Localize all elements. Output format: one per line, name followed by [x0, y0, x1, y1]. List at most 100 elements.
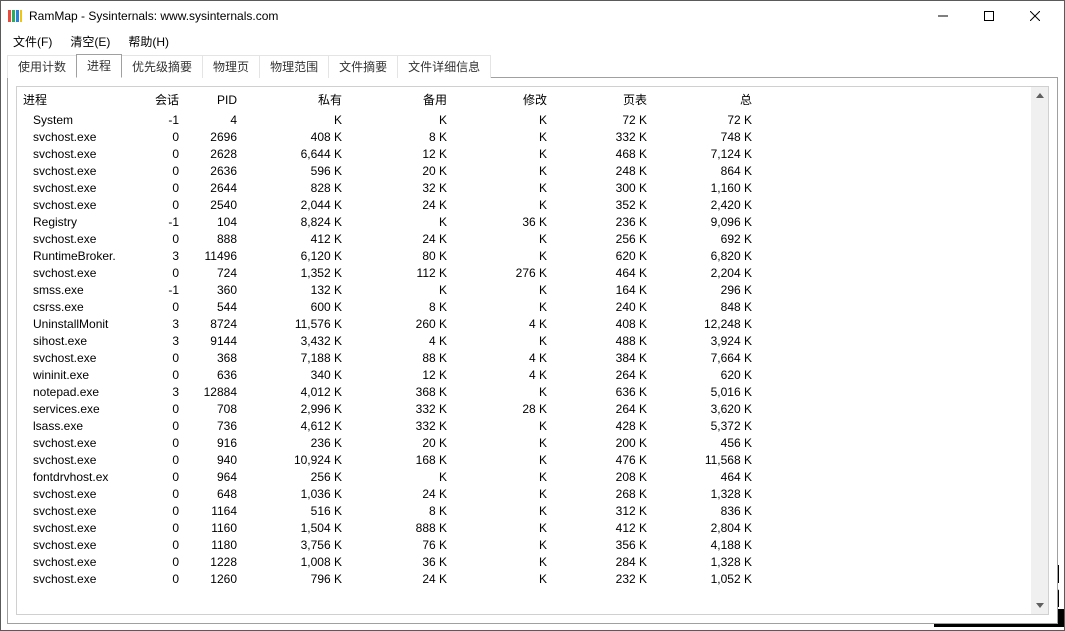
table-row[interactable]: notepad.exe3128844,012 K368 KK636 K5,016…: [17, 384, 1031, 401]
cell-stdby: 36 K: [350, 554, 455, 571]
cell-stdby: 8 K: [350, 503, 455, 520]
cell-proc: svchost.exe: [17, 265, 137, 282]
menu-empty[interactable]: 清空(E): [62, 31, 118, 52]
table-row[interactable]: UninstallMonit3872411,576 K260 K4 K408 K…: [17, 316, 1031, 333]
table-row[interactable]: Registry-11048,824 KK36 K236 K9,096 K: [17, 214, 1031, 231]
table-row[interactable]: svchost.exe02636596 K20 KK248 K864 K: [17, 163, 1031, 180]
table-row[interactable]: svchost.exe012281,008 K36 KK284 K1,328 K: [17, 554, 1031, 571]
table-row[interactable]: smss.exe-1360132 KKK164 K296 K: [17, 282, 1031, 299]
table-row[interactable]: svchost.exe0916236 K20 KK200 K456 K: [17, 435, 1031, 452]
cell-priv: 7,188 K: [245, 350, 350, 367]
vertical-scrollbar[interactable]: [1031, 87, 1048, 614]
cell-proc: svchost.exe: [17, 129, 137, 146]
cell-pid: 964: [187, 469, 245, 486]
table-row[interactable]: lsass.exe07364,612 K332 KK428 K5,372 K: [17, 418, 1031, 435]
scroll-up-button[interactable]: [1031, 87, 1048, 104]
table-row[interactable]: svchost.exe03687,188 K88 K4 K384 K7,664 …: [17, 350, 1031, 367]
cell-mod: K: [455, 503, 555, 520]
table-row[interactable]: svchost.exe06481,036 K24 KK268 K1,328 K: [17, 486, 1031, 503]
table-row[interactable]: svchost.exe01164516 K8 KK312 K836 K: [17, 503, 1031, 520]
cell-tot: 12,248 K: [655, 316, 760, 333]
col-process[interactable]: 进程: [17, 87, 137, 112]
cell-tot: 864 K: [655, 163, 760, 180]
table-row[interactable]: svchost.exe011601,504 K888 KK412 K2,804 …: [17, 520, 1031, 537]
cell-tot: 1,052 K: [655, 571, 760, 588]
cell-tot: 464 K: [655, 469, 760, 486]
cell-stdby: 24 K: [350, 571, 455, 588]
cell-priv: 1,036 K: [245, 486, 350, 503]
tab-file-summary[interactable]: 文件摘要: [328, 55, 398, 78]
cell-pid: 940: [187, 452, 245, 469]
col-standby[interactable]: 备用: [350, 87, 455, 112]
table-row[interactable]: wininit.exe0636340 K12 K4 K264 K620 K: [17, 367, 1031, 384]
cell-priv: 412 K: [245, 231, 350, 248]
cell-pid: 544: [187, 299, 245, 316]
col-pagetable[interactable]: 页表: [555, 87, 655, 112]
cell-proc: svchost.exe: [17, 486, 137, 503]
table-row[interactable]: System-14KKK72 K72 K: [17, 112, 1031, 129]
cell-pid: 12884: [187, 384, 245, 401]
table-row[interactable]: svchost.exe02644828 K32 KK300 K1,160 K: [17, 180, 1031, 197]
minimize-button[interactable]: [920, 1, 966, 31]
cell-stdby: 24 K: [350, 486, 455, 503]
table-row[interactable]: fontdrvhost.ex0964256 KKK208 K464 K: [17, 469, 1031, 486]
table-row[interactable]: services.exe07082,996 K332 K28 K264 K3,6…: [17, 401, 1031, 418]
cell-mod: 4 K: [455, 350, 555, 367]
table-row[interactable]: svchost.exe011803,756 K76 KK356 K4,188 K: [17, 537, 1031, 554]
cell-proc: sihost.exe: [17, 333, 137, 350]
menu-file[interactable]: 文件(F): [5, 31, 60, 52]
tab-physical-ranges[interactable]: 物理范围: [259, 55, 329, 78]
table-row[interactable]: RuntimeBroker.3114966,120 K80 KK620 K6,8…: [17, 248, 1031, 265]
tab-processes[interactable]: 进程: [76, 54, 122, 78]
close-button[interactable]: [1012, 1, 1058, 31]
cell-pid: 636: [187, 367, 245, 384]
cell-priv: 4,012 K: [245, 384, 350, 401]
col-pid[interactable]: PID: [187, 87, 245, 112]
cell-sess: 0: [137, 554, 187, 571]
cell-proc: svchost.exe: [17, 163, 137, 180]
tab-physical-pages[interactable]: 物理页: [202, 55, 260, 78]
table-row[interactable]: csrss.exe0544600 K8 KK240 K848 K: [17, 299, 1031, 316]
table-row[interactable]: sihost.exe391443,432 K4 KK488 K3,924 K: [17, 333, 1031, 350]
cell-proc: RuntimeBroker.: [17, 248, 137, 265]
cell-pt: 164 K: [555, 282, 655, 299]
col-private[interactable]: 私有: [245, 87, 350, 112]
table-row[interactable]: svchost.exe07241,352 K112 K276 K464 K2,2…: [17, 265, 1031, 282]
cell-pt: 256 K: [555, 231, 655, 248]
col-total[interactable]: 总: [655, 87, 760, 112]
table-row[interactable]: svchost.exe02696408 K8 KK332 K748 K: [17, 129, 1031, 146]
table-row[interactable]: svchost.exe0888412 K24 KK256 K692 K: [17, 231, 1031, 248]
client-area: 使用计数 进程 优先级摘要 物理页 物理范围 文件摘要 文件详细信息: [1, 51, 1064, 630]
cell-stdby: 112 K: [350, 265, 455, 282]
tab-priority-summary[interactable]: 优先级摘要: [121, 55, 203, 78]
cell-proc: UninstallMonit: [17, 316, 137, 333]
menu-help[interactable]: 帮助(H): [120, 31, 177, 52]
process-listview[interactable]: 进程 会话 PID 私有 备用 修改 页表 总 System-: [17, 87, 1031, 614]
maximize-button[interactable]: [966, 1, 1012, 31]
cell-sess: 0: [137, 435, 187, 452]
cell-mod: K: [455, 248, 555, 265]
cell-pid: 8724: [187, 316, 245, 333]
cell-pt: 300 K: [555, 180, 655, 197]
scroll-down-button[interactable]: [1031, 597, 1048, 614]
col-modified[interactable]: 修改: [455, 87, 555, 112]
cell-mod: K: [455, 554, 555, 571]
table-row[interactable]: svchost.exe094010,924 K168 KK476 K11,568…: [17, 452, 1031, 469]
col-session[interactable]: 会话: [137, 87, 187, 112]
cell-pid: 1160: [187, 520, 245, 537]
cell-priv: 1,008 K: [245, 554, 350, 571]
cell-priv: 408 K: [245, 129, 350, 146]
cell-stdby: 20 K: [350, 163, 455, 180]
tab-use-counts[interactable]: 使用计数: [7, 55, 77, 78]
cell-proc: lsass.exe: [17, 418, 137, 435]
table-row[interactable]: svchost.exe01260796 K24 KK232 K1,052 K: [17, 571, 1031, 588]
table-row[interactable]: svchost.exe025402,044 K24 KK352 K2,420 K: [17, 197, 1031, 214]
tabstrip: 使用计数 进程 优先级摘要 物理页 物理范围 文件摘要 文件详细信息: [7, 55, 1058, 77]
tab-file-details[interactable]: 文件详细信息: [397, 55, 491, 78]
titlebar[interactable]: RamMap - Sysinternals: www.sysinternals.…: [1, 1, 1064, 31]
cell-stdby: 76 K: [350, 537, 455, 554]
table-row[interactable]: svchost.exe026286,644 K12 KK468 K7,124 K: [17, 146, 1031, 163]
cell-stdby: 260 K: [350, 316, 455, 333]
cell-priv: 340 K: [245, 367, 350, 384]
cell-mod: K: [455, 520, 555, 537]
